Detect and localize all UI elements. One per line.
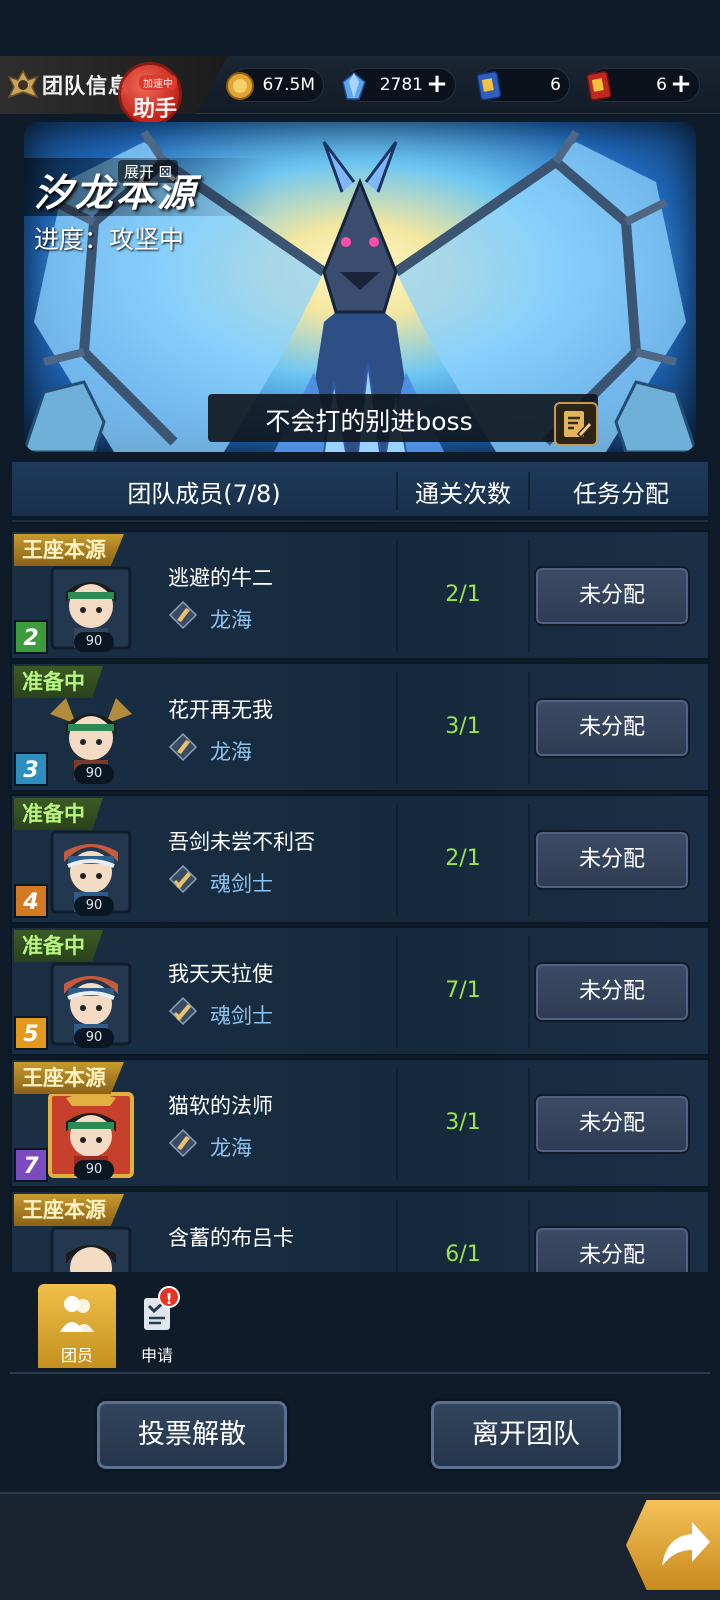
application-alert-icon: ! <box>158 1286 180 1308</box>
members-list[interactable]: 王座本源 2 90 逃避的牛二 龙海 2/1 未分配 准备中 3 90 花开再无… <box>10 520 710 1272</box>
member-level: 90 <box>74 1028 114 1048</box>
assign-task-button[interactable]: 未分配 <box>534 1226 690 1272</box>
team-title: 团队信息 <box>42 74 130 98</box>
member-clears: 2/1 <box>445 582 481 607</box>
table-row[interactable]: 准备中 3 90 花开再无我 龙海 3/1 未分配 <box>10 662 710 792</box>
team-tag: 不会打的别进boss <box>265 407 473 436</box>
member-rank: 3 <box>14 752 48 786</box>
assign-task-button[interactable]: 未分配 <box>534 566 690 626</box>
member-class: 龙海 <box>210 608 252 632</box>
member-name: 逃避的牛二 <box>168 566 273 590</box>
member-clears: 3/1 <box>445 714 481 739</box>
gold-coin-icon <box>226 72 254 100</box>
member-rank: 5 <box>14 1016 48 1050</box>
add-crystal-button[interactable]: + <box>425 71 449 97</box>
member-rank: 7 <box>14 1148 48 1182</box>
team-tag-bar: 不会打的别进boss <box>208 394 598 442</box>
edit-icon <box>564 411 594 439</box>
member-name: 吾剑未尝不利否 <box>168 830 315 854</box>
member-level: 90 <box>74 764 114 784</box>
blue-ticket-icon <box>476 71 502 101</box>
table-row[interactable]: 准备中 4 90 吾剑未尝不利否 魂剑士 2/1 未分配 <box>10 794 710 924</box>
assign-task-button[interactable]: 未分配 <box>534 830 690 890</box>
member-status: 准备中 <box>14 798 103 830</box>
tab-members[interactable]: 团员 <box>38 1284 116 1368</box>
table-row[interactable]: 王座本源 2 90 逃避的牛二 龙海 2/1 未分配 <box>10 530 710 660</box>
team-emblem-icon <box>7 69 39 99</box>
members-icon <box>60 1296 94 1332</box>
header-members: 团队成员(7/8) <box>127 480 281 508</box>
helper-badge: 加速中 <box>139 75 177 90</box>
edit-tag-button[interactable] <box>554 402 598 446</box>
member-name: 含蓄的布吕卡 <box>168 1226 294 1250</box>
sword-class-icon <box>168 996 198 1026</box>
blue-ticket-amount: 6 <box>550 75 561 95</box>
top-bar: 团队信息 加速中 助手 67.5M 2781 + 6 6 + <box>0 56 720 126</box>
member-avatar <box>50 1226 132 1272</box>
dragon-class-icon <box>168 732 198 762</box>
assign-task-button[interactable]: 未分配 <box>534 1094 690 1154</box>
member-level: 90 <box>74 1160 114 1180</box>
member-class: 龙海 <box>210 1136 252 1160</box>
currency-blue-ticket: 6 <box>476 68 570 102</box>
member-status: 王座本源 <box>14 534 124 566</box>
member-clears: 2/1 <box>445 846 481 871</box>
member-clears: 6/1 <box>445 1242 481 1267</box>
tab-applications[interactable]: 申请 <box>118 1284 196 1368</box>
member-name: 我天天拉使 <box>168 962 273 986</box>
leave-team-button[interactable]: 离开团队 <box>428 1398 624 1472</box>
red-ticket-amount: 6 <box>656 75 667 95</box>
member-status: 准备中 <box>14 930 103 962</box>
dragon-class-icon <box>168 1128 198 1158</box>
currency-gold: 67.5M <box>226 68 324 102</box>
member-name: 猫软的法师 <box>168 1094 273 1118</box>
red-gold-ticket-icon <box>586 71 612 101</box>
expand-button[interactable]: 展开 ⚄ <box>118 160 178 183</box>
dice-icon: ⚄ <box>158 163 172 181</box>
add-red-ticket-button[interactable]: + <box>669 71 693 97</box>
table-row <box>10 520 710 524</box>
currency-crystal: 2781 + <box>342 68 456 102</box>
crystal-amount: 2781 <box>379 75 423 95</box>
tab-bar: 团员 申请 <box>10 1280 710 1380</box>
expand-label: 展开 <box>124 163 155 181</box>
blue-crystal-icon <box>342 72 366 100</box>
member-status: 准备中 <box>14 666 103 698</box>
header-task: 任务分配 <box>573 480 669 508</box>
tab-applications-label: 申请 <box>140 1346 173 1365</box>
member-class: 龙海 <box>210 740 252 764</box>
vote-disband-button[interactable]: 投票解散 <box>94 1398 290 1472</box>
member-class: 魂剑士 <box>210 1004 273 1028</box>
member-rank: 2 <box>14 620 48 654</box>
members-table-header: 团队成员(7/8) 通关次数 任务分配 <box>10 460 710 518</box>
sword-class-icon <box>168 864 198 894</box>
helper-label: 助手 <box>133 97 178 122</box>
member-status: 王座本源 <box>14 1194 124 1226</box>
member-class: 魂剑士 <box>210 872 273 896</box>
header-clears: 通关次数 <box>415 480 511 508</box>
tab-divider <box>10 1372 710 1374</box>
member-level: 90 <box>74 896 114 916</box>
member-status: 王座本源 <box>14 1062 124 1094</box>
team-title-panel: 团队信息 <box>0 56 228 114</box>
progress-status: 进度：攻坚中 <box>34 225 185 254</box>
dragon-class-icon <box>168 600 198 630</box>
tab-members-label: 团员 <box>60 1346 93 1365</box>
helper-button[interactable]: 加速中 助手 <box>118 62 182 126</box>
table-row[interactable]: 王座本源 含蓄的布吕卡 6/1 未分配 <box>10 1190 710 1272</box>
member-level: 90 <box>74 632 114 652</box>
table-row[interactable]: 王座本源 7 90 猫软的法师 龙海 3/1 未分配 <box>10 1058 710 1188</box>
assign-task-button[interactable]: 未分配 <box>534 698 690 758</box>
member-clears: 3/1 <box>445 1110 481 1135</box>
member-clears: 7/1 <box>445 978 481 1003</box>
member-rank: 4 <box>14 884 48 918</box>
table-row[interactable]: 准备中 5 90 我天天拉使 魂剑士 7/1 未分配 <box>10 926 710 1056</box>
bottom-bar <box>0 1492 720 1600</box>
member-name: 花开再无我 <box>168 698 273 722</box>
gold-amount: 67.5M <box>262 75 315 95</box>
assign-task-button[interactable]: 未分配 <box>534 962 690 1022</box>
currency-red-ticket: 6 + <box>586 68 700 102</box>
